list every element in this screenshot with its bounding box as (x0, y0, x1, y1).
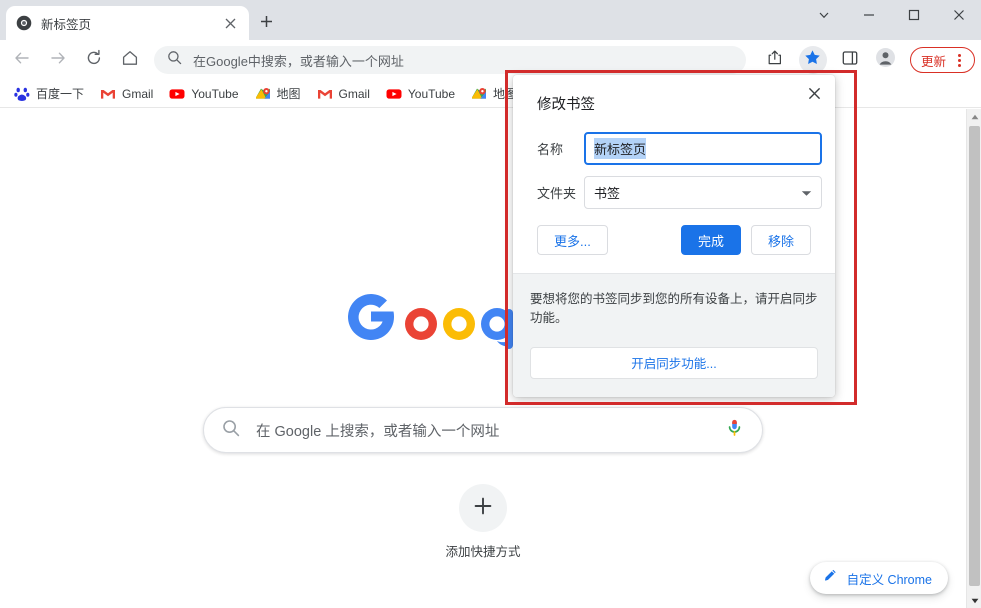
bookmark-star-button[interactable] (798, 46, 827, 74)
bookmark-item-gmail-1[interactable]: Gmail (92, 83, 161, 105)
home-icon (121, 49, 139, 72)
bookmark-folder-value: 书签 (594, 186, 621, 201)
youtube-icon (386, 86, 402, 102)
ntp-search-box[interactable]: 在 Google 上搜索，或者输入一个网址 (203, 407, 763, 453)
dialog-close-button[interactable] (801, 83, 827, 109)
bookmark-folder-row: 文件夹 书签 (537, 176, 822, 209)
bookmark-name-label: 名称 (537, 142, 564, 157)
toolbar-right-actions: 更新 (754, 46, 981, 74)
tab-search-button[interactable] (801, 0, 846, 34)
search-icon (167, 50, 182, 70)
ntp-search-placeholder: 在 Google 上搜索，或者输入一个网址 (256, 423, 500, 440)
share-button[interactable] (762, 46, 790, 74)
bookmark-label: Gmail (122, 86, 154, 101)
chevron-down-icon (818, 8, 830, 26)
share-icon (767, 49, 784, 71)
customize-chrome-label: 自定义 Chrome (846, 572, 932, 587)
window-controls (801, 0, 981, 34)
menu-dot (957, 63, 961, 67)
forward-button[interactable] (44, 46, 72, 74)
gmail-icon (317, 86, 333, 102)
done-button[interactable]: 完成 (680, 225, 741, 255)
edit-bookmark-dialog: 修改书签 名称 新标签页 文件夹 书签 更多... 完成 移除 要想将您的书签同… (513, 75, 835, 397)
tab-title: 新标签页 (41, 17, 92, 32)
update-button[interactable]: 更新 (909, 47, 975, 73)
bookmark-label: 百度一下 (36, 87, 85, 101)
baidu-icon (14, 86, 30, 102)
scroll-down-arrow-icon[interactable] (967, 593, 981, 608)
bookmark-name-row: 名称 新标签页 (537, 132, 822, 165)
bookmark-item-maps-1[interactable]: 地图 (247, 83, 309, 105)
customize-chrome-button[interactable]: 自定义 Chrome (809, 562, 948, 594)
chevron-down-icon (801, 184, 812, 202)
new-tab-button[interactable] (252, 10, 280, 38)
search-icon (222, 419, 240, 442)
star-filled-icon (804, 49, 821, 71)
bookmark-item-gmail-2[interactable]: Gmail (309, 83, 378, 105)
back-button[interactable] (8, 46, 36, 74)
google-maps-icon (255, 86, 271, 102)
reload-button[interactable] (80, 46, 108, 74)
browser-toolbar: 在Google中搜索，或者输入一个网址 更新 (0, 40, 981, 80)
remove-button[interactable]: 移除 (750, 225, 811, 255)
bookmark-name-value: 新标签页 (594, 138, 647, 159)
browser-tab[interactable]: 新标签页 (6, 6, 249, 40)
more-button[interactable]: 更多... (537, 225, 608, 255)
google-maps-icon (471, 86, 487, 102)
plus-icon (473, 496, 493, 521)
menu-dot (957, 53, 961, 57)
dialog-title: 修改书签 (537, 97, 595, 113)
youtube-icon (169, 86, 185, 102)
scroll-up-arrow-icon[interactable] (967, 109, 981, 124)
side-panel-button[interactable] (836, 46, 864, 74)
menu-dot (957, 58, 961, 62)
turn-on-sync-button[interactable]: 开启同步功能... (530, 346, 818, 379)
tab-strip: 新标签页 (0, 0, 981, 40)
bookmark-folder-label: 文件夹 (537, 186, 577, 201)
browser-window: 新标签页 在Google中搜索，或者输入一个网址 更新 百度一下 Gmail Y… (0, 0, 981, 608)
microphone-icon[interactable] (725, 418, 744, 442)
address-bar[interactable]: 在Google中搜索，或者输入一个网址 (154, 46, 746, 74)
pencil-icon (823, 568, 838, 588)
page-scrollbar[interactable] (966, 109, 981, 608)
bookmark-folder-select[interactable]: 书签 (584, 176, 822, 209)
sync-promo-message: 要想将您的书签同步到您的所有设备上，请开启同步功能。 (530, 292, 818, 326)
address-bar-placeholder: 在Google中搜索，或者输入一个网址 (193, 53, 404, 69)
close-icon (953, 8, 965, 26)
plus-icon (260, 15, 273, 33)
back-arrow-icon (13, 49, 31, 72)
home-button[interactable] (116, 46, 144, 74)
minimize-button[interactable] (846, 0, 891, 34)
maximize-button[interactable] (891, 0, 936, 34)
bookmark-name-input[interactable]: 新标签页 (584, 132, 822, 165)
bookmark-item-baidu[interactable]: 百度一下 (6, 83, 92, 105)
close-icon[interactable] (221, 14, 239, 32)
gmail-icon (100, 86, 116, 102)
close-button[interactable] (936, 0, 981, 34)
bookmark-label: 地图 (276, 87, 301, 101)
add-shortcut-circle[interactable] (459, 484, 507, 532)
forward-arrow-icon (49, 49, 67, 72)
reload-icon (85, 49, 103, 72)
add-shortcut-tile[interactable]: 添加快捷方式 (427, 484, 539, 560)
add-shortcut-label: 添加快捷方式 (445, 545, 521, 559)
minimize-icon (863, 8, 875, 26)
bookmark-item-youtube-2[interactable]: YouTube (378, 83, 463, 105)
bookmark-label: YouTube (191, 86, 239, 101)
scrollbar-thumb[interactable] (969, 126, 980, 586)
three-dot-menu-icon[interactable] (949, 50, 969, 70)
maximize-icon (908, 8, 920, 26)
bookmark-label: Gmail (338, 86, 370, 101)
side-panel-icon (842, 50, 858, 71)
sync-promo-section: 要想将您的书签同步到您的所有设备上，请开启同步功能。 开启同步功能... (513, 273, 835, 397)
bookmark-label: YouTube (407, 86, 456, 101)
close-icon (808, 87, 821, 105)
profile-button[interactable] (872, 46, 900, 74)
dialog-action-row: 更多... 完成 移除 (537, 225, 811, 255)
update-button-label: 更新 (920, 54, 946, 69)
bookmark-item-youtube-1[interactable]: YouTube (161, 83, 246, 105)
profile-avatar-icon (876, 48, 896, 72)
chrome-icon (16, 15, 32, 31)
